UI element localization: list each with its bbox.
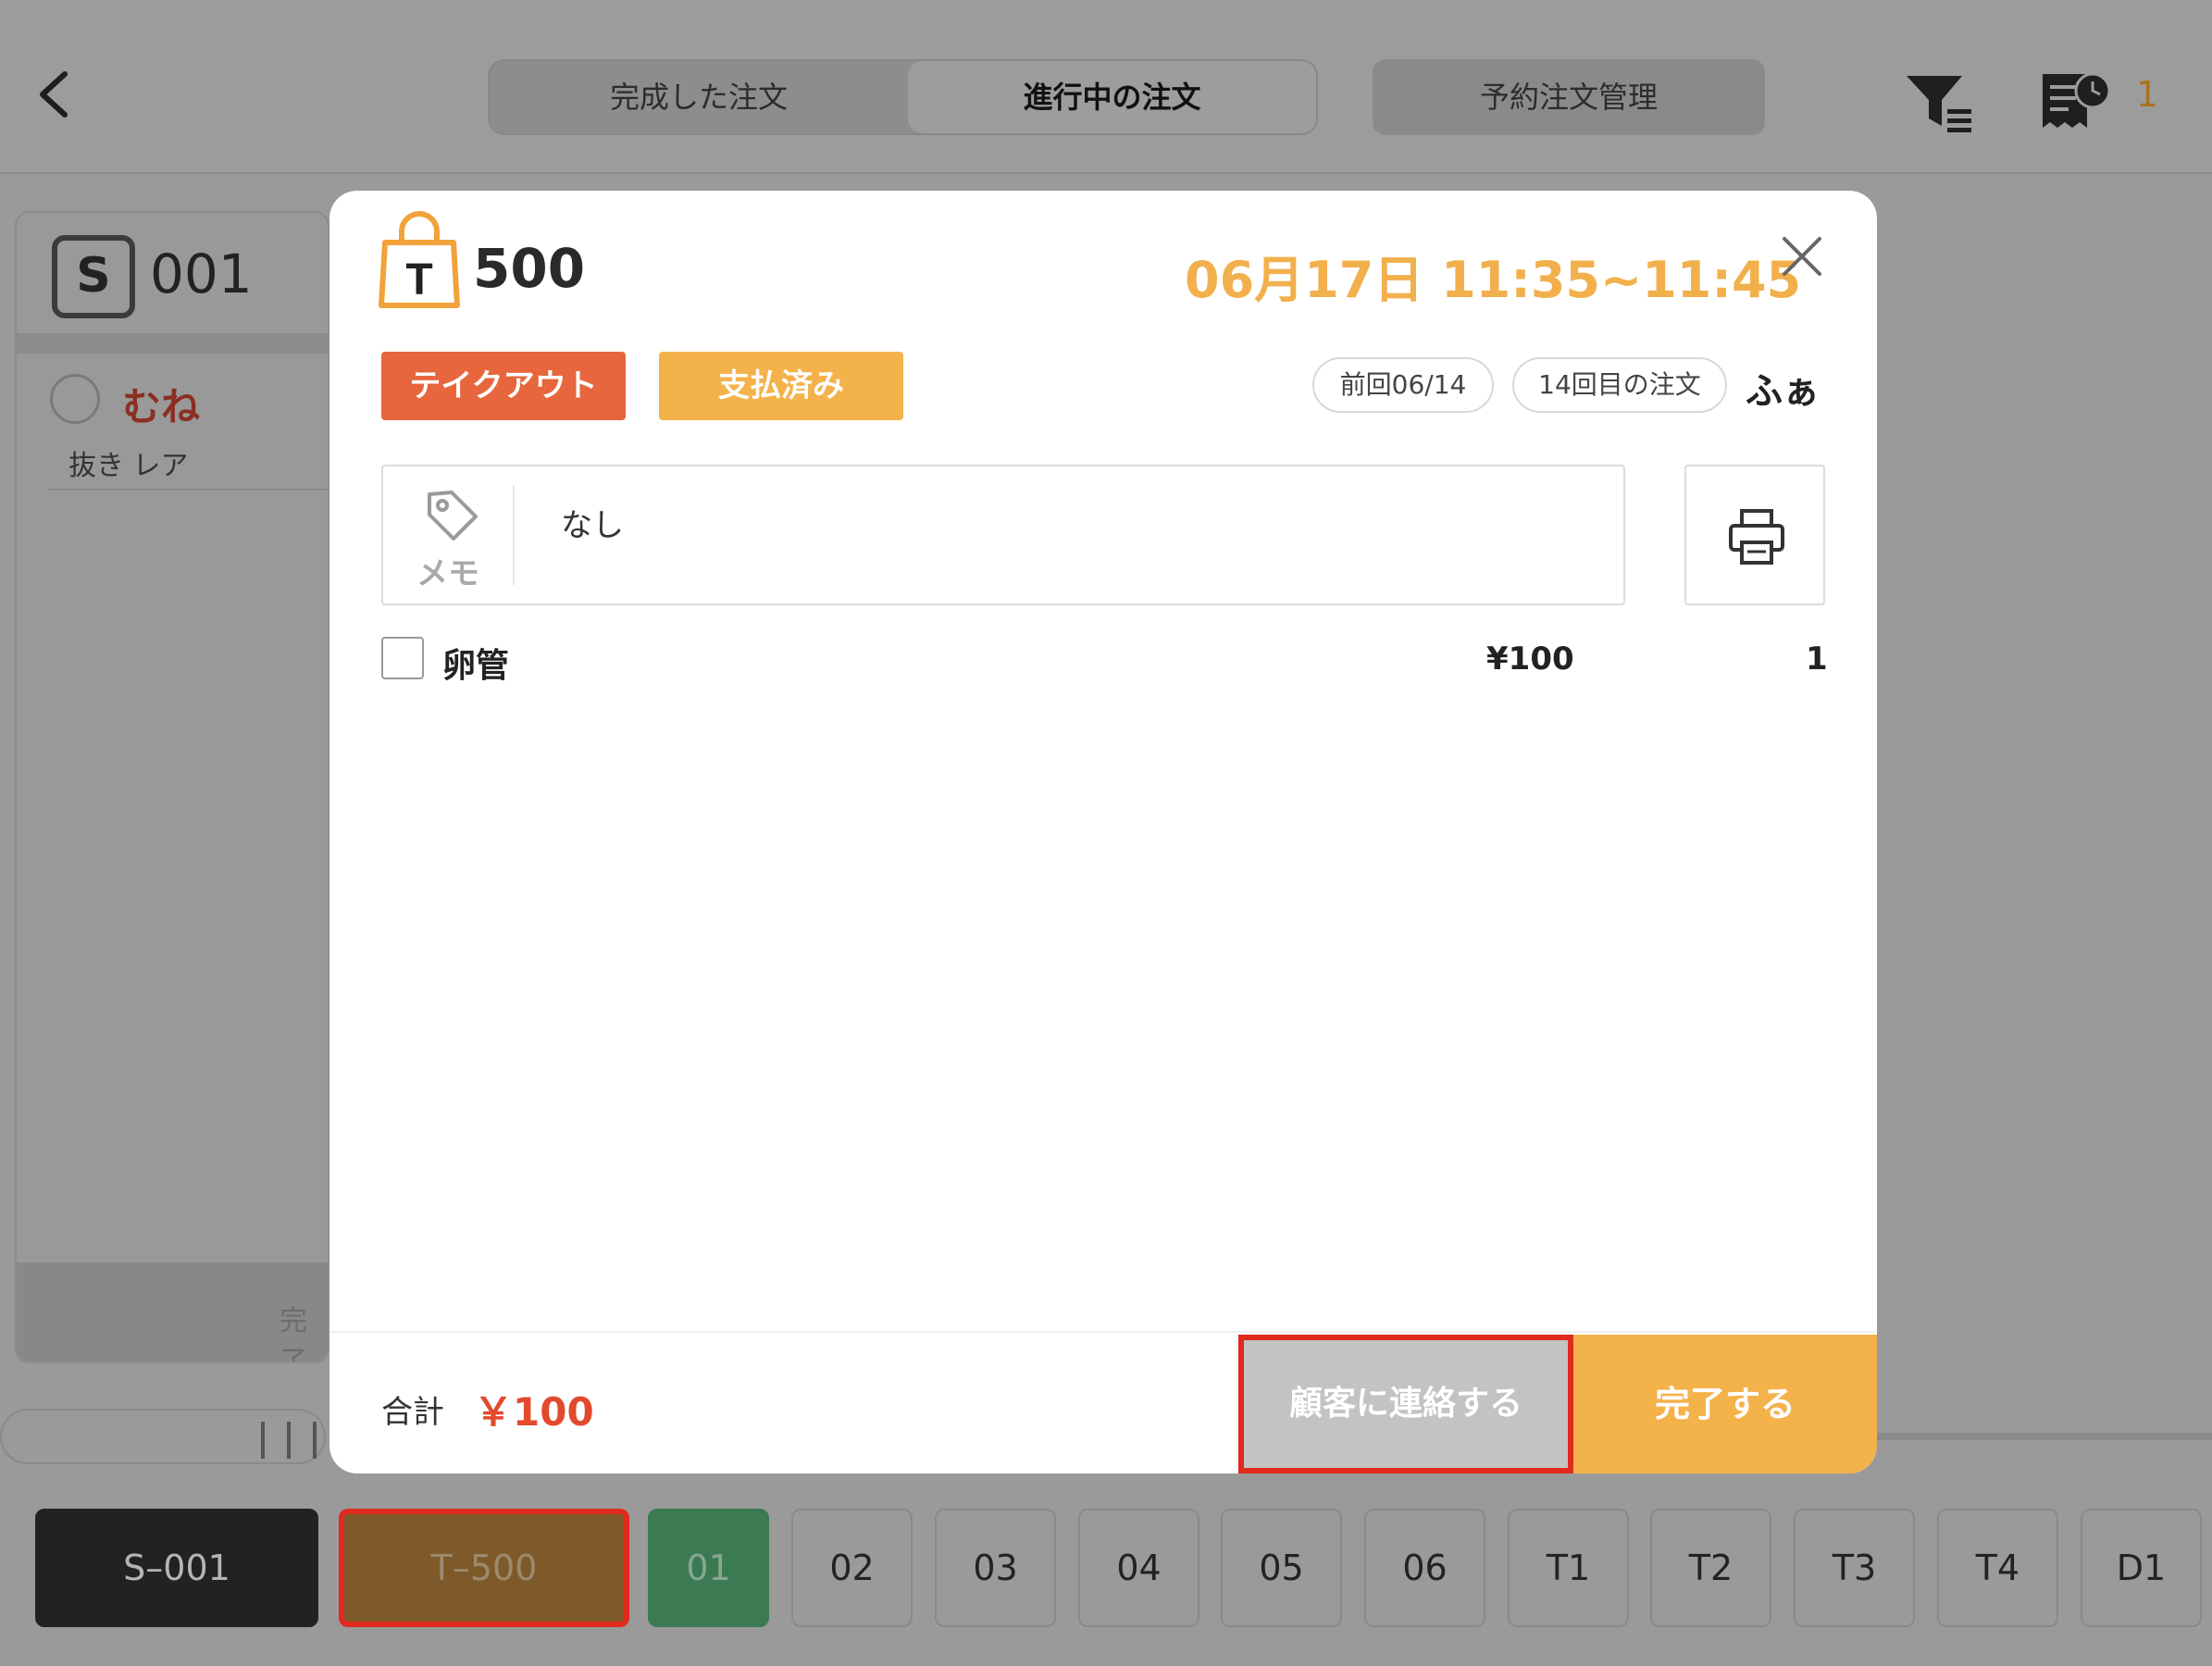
contact-customer-button[interactable]: 顧客に連絡する: [1238, 1335, 1573, 1473]
back-button[interactable]: [33, 67, 80, 122]
table-button-03[interactable]: 03: [935, 1509, 1056, 1627]
bag-letter: T: [405, 255, 432, 305]
order-card-number: 001: [150, 242, 253, 305]
paid-tag: 支払済み: [659, 352, 903, 420]
order-detail-modal: T 500 06月17日 11:35~11:45 テイクアウト 支払済み 前回0…: [329, 191, 1877, 1473]
order-count-badge: 14回目の注文: [1512, 357, 1727, 413]
tab-completed-orders[interactable]: 完成した注文: [490, 61, 908, 133]
print-button[interactable]: [1684, 465, 1825, 605]
order-tabs: 完成した注文 進行中の注文: [488, 59, 1318, 135]
reservation-management-button[interactable]: 予約注文管理: [1373, 59, 1765, 135]
item-name: むね: [122, 384, 201, 429]
table-button-t4[interactable]: T4: [1937, 1509, 2058, 1627]
item-radio[interactable]: [50, 374, 100, 424]
scroll-grip-icon[interactable]: [259, 1422, 324, 1459]
item-name: 卵管: [442, 647, 510, 685]
table-button-04[interactable]: 04: [1078, 1509, 1199, 1627]
memo-field[interactable]: メモ なし: [381, 465, 1625, 605]
memo-label: メモ: [416, 555, 479, 592]
card-divider: [48, 489, 328, 491]
customer-name: ふぁ: [1746, 370, 1820, 413]
card-complete-label: 完了: [280, 1305, 307, 1363]
table-button-t1[interactable]: T1: [1508, 1509, 1629, 1627]
close-icon[interactable]: [1779, 233, 1825, 280]
table-button-t2[interactable]: T2: [1650, 1509, 1771, 1627]
filter-icon[interactable]: [1905, 72, 1975, 133]
order-number: 500: [473, 237, 586, 300]
order-card-s001[interactable]: S 001 むね 抜き レア 完了: [15, 211, 329, 1363]
table-button-d1[interactable]: D1: [2081, 1509, 2202, 1627]
order-type-badge: S: [52, 235, 135, 318]
takeout-bag-icon: T: [378, 211, 461, 309]
complete-order-button[interactable]: 完了する: [1573, 1335, 1877, 1473]
top-bar: 完成した注文 進行中の注文 予約注文管理 1: [0, 0, 2212, 174]
last-visit-badge: 前回06/14: [1312, 357, 1494, 413]
table-button-t500[interactable]: T–500: [339, 1509, 629, 1627]
notification-count: 1: [2136, 74, 2159, 115]
scroll-indicator: [1870, 1433, 2212, 1440]
item-quantity: 1: [1806, 640, 1828, 678]
table-button-05[interactable]: 05: [1221, 1509, 1342, 1627]
table-button-02[interactable]: 02: [791, 1509, 913, 1627]
item-note: 抜き レア: [68, 450, 189, 482]
memo-text: なし: [561, 507, 624, 544]
takeout-tag: テイクアウト: [381, 352, 626, 420]
footer-divider: [329, 1331, 1877, 1333]
total-amount: ￥100: [474, 1389, 594, 1435]
tab-in-progress-orders[interactable]: 進行中の注文: [908, 61, 1316, 133]
card-complete-button[interactable]: 完了: [17, 1262, 328, 1363]
total-label: 合計: [381, 1394, 444, 1431]
receipt-clock-icon[interactable]: [2039, 70, 2113, 133]
table-button-01[interactable]: 01: [648, 1509, 769, 1627]
card-divider-band: [17, 333, 328, 354]
pickup-time-range: 06月17日 11:35~11:45: [1185, 251, 1802, 309]
table-button-t3[interactable]: T3: [1794, 1509, 1915, 1627]
item-price: ¥100: [1486, 640, 1574, 678]
memo-divider: [513, 485, 515, 585]
printer-icon: [1729, 509, 1784, 565]
table-button-06[interactable]: 06: [1364, 1509, 1485, 1627]
tag-icon: [424, 487, 481, 544]
table-button-s001[interactable]: S–001: [35, 1509, 318, 1627]
chevron-left-icon: [40, 71, 68, 118]
item-checkbox[interactable]: [381, 637, 424, 679]
